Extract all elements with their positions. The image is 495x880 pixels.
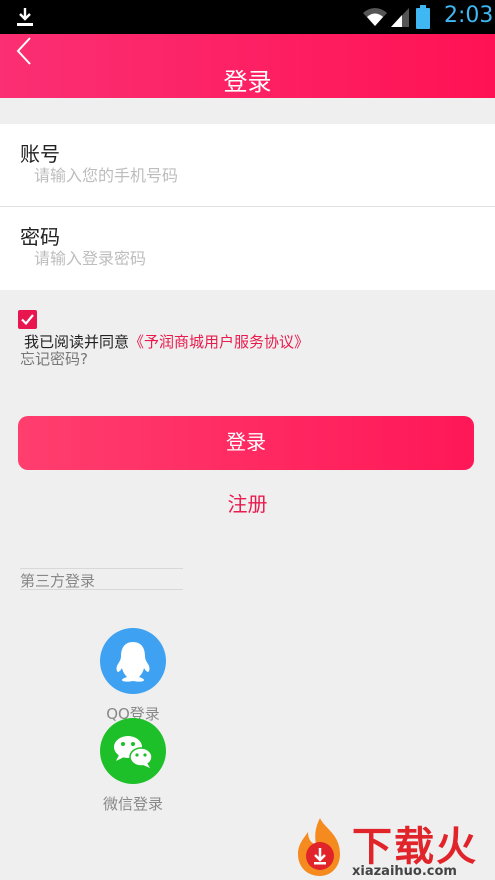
download-icon	[17, 8, 33, 26]
password-field-row: 密码	[0, 207, 495, 290]
third-party-title: 第三方登录	[20, 572, 96, 590]
signal-icon	[391, 8, 409, 27]
watermark: 下载火 xiazaihuo.com	[290, 814, 495, 880]
login-button[interactable]: 登录	[18, 416, 474, 470]
qq-icon	[116, 642, 150, 682]
forgot-password-link[interactable]: 忘记密码?	[20, 348, 88, 369]
status-time: 2:03	[444, 3, 494, 28]
wechat-icon	[114, 736, 153, 768]
status-bar: 2:03	[0, 0, 495, 34]
qq-login-button[interactable]	[100, 628, 166, 694]
check-icon	[21, 314, 34, 326]
page-title: 登录	[223, 68, 272, 96]
agreement-checkbox[interactable]	[18, 310, 37, 329]
login-form: 账号 密码	[0, 124, 495, 290]
flame-logo-icon	[298, 818, 340, 876]
battery-icon	[416, 5, 430, 29]
account-input[interactable]	[34, 162, 464, 188]
account-field-row: 账号	[0, 124, 495, 207]
agreement-link[interactable]: 《予润商城用户服务协议》	[129, 333, 309, 351]
wechat-login-label: 微信登录	[102, 795, 163, 813]
watermark-url: xiazaihuo.com	[352, 864, 457, 879]
app-header: 登录	[0, 34, 495, 98]
password-input[interactable]	[34, 245, 464, 271]
wifi-icon	[363, 8, 387, 26]
register-link[interactable]: 注册	[0, 488, 495, 517]
third-party-section: 第三方登录	[20, 568, 183, 590]
wechat-login-button[interactable]	[100, 718, 166, 784]
